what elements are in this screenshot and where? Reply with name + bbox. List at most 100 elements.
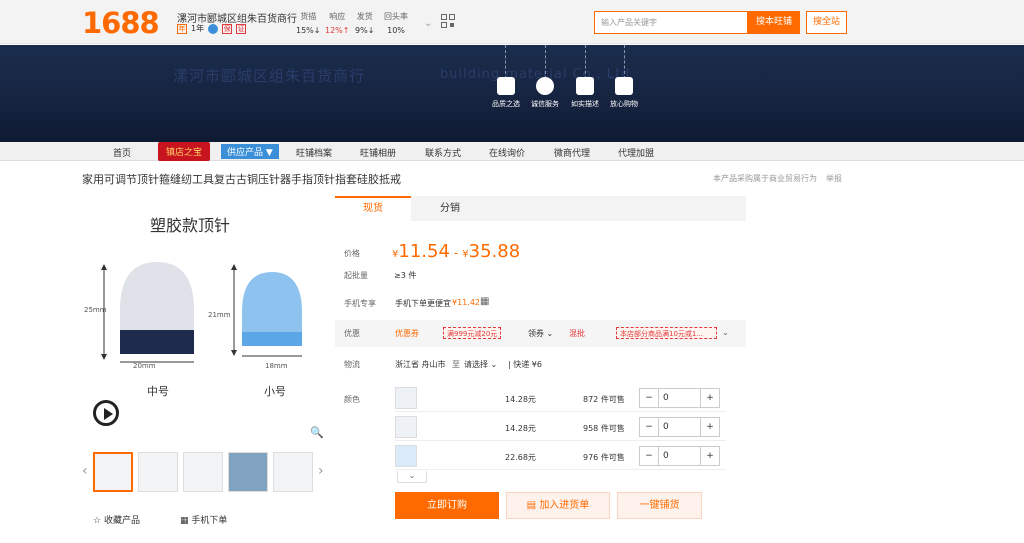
divider <box>585 45 586 79</box>
nav-supply-dropdown[interactable]: 供应产品 ▼ <box>221 144 279 159</box>
decrement-button[interactable]: − <box>640 389 658 407</box>
favorite-product-button[interactable]: ☆ 收藏产品 <box>93 513 140 526</box>
size-label-medium-height: 25mm <box>84 306 107 314</box>
decrement-button[interactable]: − <box>640 447 658 465</box>
thumbnail-3[interactable] <box>183 452 223 492</box>
zoom-icon[interactable]: 🔍 <box>310 426 324 440</box>
variant-swatch[interactable] <box>395 445 417 467</box>
increment-button[interactable]: + <box>701 447 719 465</box>
nav-inquiry[interactable]: 在线询价 <box>489 146 525 159</box>
play-video-button[interactable] <box>93 400 119 426</box>
stat-response: 响应 12%↑ <box>325 12 350 35</box>
ship-to-label: 至 <box>452 360 460 369</box>
size-label-small-height: 21mm <box>208 311 231 319</box>
report-link[interactable]: 举报 <box>826 173 842 184</box>
quantity-stepper[interactable]: − 0 + <box>639 446 720 466</box>
moq-label: 起批量 <box>344 271 368 280</box>
stat-description: 货描 15%↓ <box>296 12 321 35</box>
variant-price: 14.28元 <box>505 424 536 433</box>
qr-code-icon[interactable] <box>441 14 455 28</box>
quantity-stepper[interactable]: − 0 + <box>639 417 720 437</box>
qr-code-icon[interactable]: ▦ <box>480 296 489 307</box>
banner-quality: 品质之选 <box>486 77 526 109</box>
shopping-bag-icon <box>615 77 633 95</box>
tab-spot-goods[interactable]: 现货 <box>335 196 411 221</box>
express-fee: | 快递 ¥6 <box>508 360 542 369</box>
destination-select[interactable]: 请选择 ⌄ <box>464 359 497 370</box>
promo-label: 优惠 <box>344 329 360 338</box>
thumbs-prev-arrow[interactable]: ‹ <box>82 463 88 479</box>
thumbnail-2[interactable] <box>138 452 178 492</box>
banner-describe: 如实描述 <box>565 77 605 109</box>
variant-stock: 976 件可售 <box>583 453 625 462</box>
search-input[interactable]: 输入产品关键字 <box>594 11 748 34</box>
increment-button[interactable]: + <box>701 389 719 407</box>
calendar-icon: 年 <box>177 23 187 34</box>
variant-stock: 958 件可售 <box>583 424 625 433</box>
star-icon: ☆ <box>93 516 102 526</box>
nav-franchise[interactable]: 代理加盟 <box>618 146 654 159</box>
logo[interactable]: 1688 <box>82 6 160 40</box>
shop-years: 1年 <box>191 24 205 33</box>
ship-origin: 浙江省 舟山市 <box>395 360 446 369</box>
certificate-icon: 证 <box>236 23 247 34</box>
shop-credentials: 年 1年 保 证 <box>177 23 247 34</box>
banner-service: 诚信服务 <box>525 77 565 109</box>
mixed-batch-label: 混批 <box>569 329 585 338</box>
variant-row: 14.28元 958 件可售 − 0 + <box>395 413 726 441</box>
price-range: ¥11.54- ¥35.88 <box>392 241 521 262</box>
nav-wechat-agent[interactable]: 微商代理 <box>554 146 590 159</box>
size-name-medium: 中号 <box>147 385 169 398</box>
heart-icon <box>536 77 554 95</box>
expand-variants-button[interactable]: ⌄ <box>397 471 427 483</box>
quantity-input[interactable]: 0 <box>658 418 701 436</box>
thumbs-next-arrow[interactable]: › <box>318 463 324 479</box>
mobile-order-button[interactable]: ▦ 手机下单 <box>180 513 227 526</box>
stat-shipping: 发货 9%↓ <box>355 12 375 35</box>
claim-coupon-button[interactable]: 领券 ⌄ <box>528 328 553 339</box>
nav-treasure-badge[interactable]: 镇店之宝 <box>158 142 211 161</box>
divider <box>545 45 546 79</box>
nav-contact[interactable]: 联系方式 <box>425 146 461 159</box>
chevron-down-icon[interactable]: ⌄ <box>424 18 432 29</box>
guarantee-icon: 保 <box>222 23 233 34</box>
decrement-button[interactable]: − <box>640 418 658 436</box>
tab-distribution[interactable]: 分销 <box>427 196 473 221</box>
qr-code-icon: ▦ <box>180 516 189 526</box>
image-title: 塑胶款顶针 <box>150 216 231 235</box>
divider <box>505 45 506 79</box>
mixed-batch-tag[interactable]: 本店部分商品满10元或1... <box>616 327 717 339</box>
thimble-illustration <box>101 262 302 363</box>
nav-home[interactable]: 首页 <box>113 146 131 159</box>
thumbnail-5[interactable] <box>273 452 313 492</box>
coupon-tag[interactable]: 满999元减20元 <box>443 327 502 339</box>
thumbnail-1[interactable] <box>93 452 133 492</box>
search-shop-button[interactable]: 搜本旺铺 <box>748 11 800 34</box>
nav-album[interactable]: 旺铺相册 <box>360 146 396 159</box>
mobile-cheaper-text: 手机下单更便宜 <box>395 299 451 308</box>
thumbnail-4[interactable] <box>228 452 268 492</box>
coupon-label: 优惠券 <box>395 329 419 338</box>
clipboard-icon: ▤ <box>526 500 537 511</box>
moq-value: ≥3 件 <box>394 271 417 280</box>
search-all-button[interactable]: 搜全站 <box>806 11 847 34</box>
nav-archive[interactable]: 旺铺档案 <box>296 146 332 159</box>
variant-row: 14.28元 872 件可售 − 0 + <box>395 384 726 412</box>
verified-icon <box>208 23 219 34</box>
order-now-button[interactable]: 立即订购 <box>395 492 499 519</box>
variant-swatch[interactable] <box>395 387 417 409</box>
quantity-input[interactable]: 0 <box>658 389 701 407</box>
variant-price: 22.68元 <box>505 453 536 462</box>
variant-swatch[interactable] <box>395 416 417 438</box>
quantity-input[interactable]: 0 <box>658 447 701 465</box>
one-click-listing-button[interactable]: 一键铺货 <box>617 492 702 519</box>
quantity-stepper[interactable]: − 0 + <box>639 388 720 408</box>
stat-return-rate: 回头率 10% <box>384 12 408 35</box>
chevron-down-icon[interactable]: ⌄ <box>722 328 729 337</box>
add-to-purchase-list-button[interactable]: ▤ 加入进货单 <box>506 492 610 519</box>
color-label: 颜色 <box>344 395 360 404</box>
logistics-label: 物流 <box>344 360 360 369</box>
camera-icon <box>576 77 594 95</box>
trade-note: 本产品采购属于商业贸易行为 <box>713 174 817 183</box>
increment-button[interactable]: + <box>701 418 719 436</box>
